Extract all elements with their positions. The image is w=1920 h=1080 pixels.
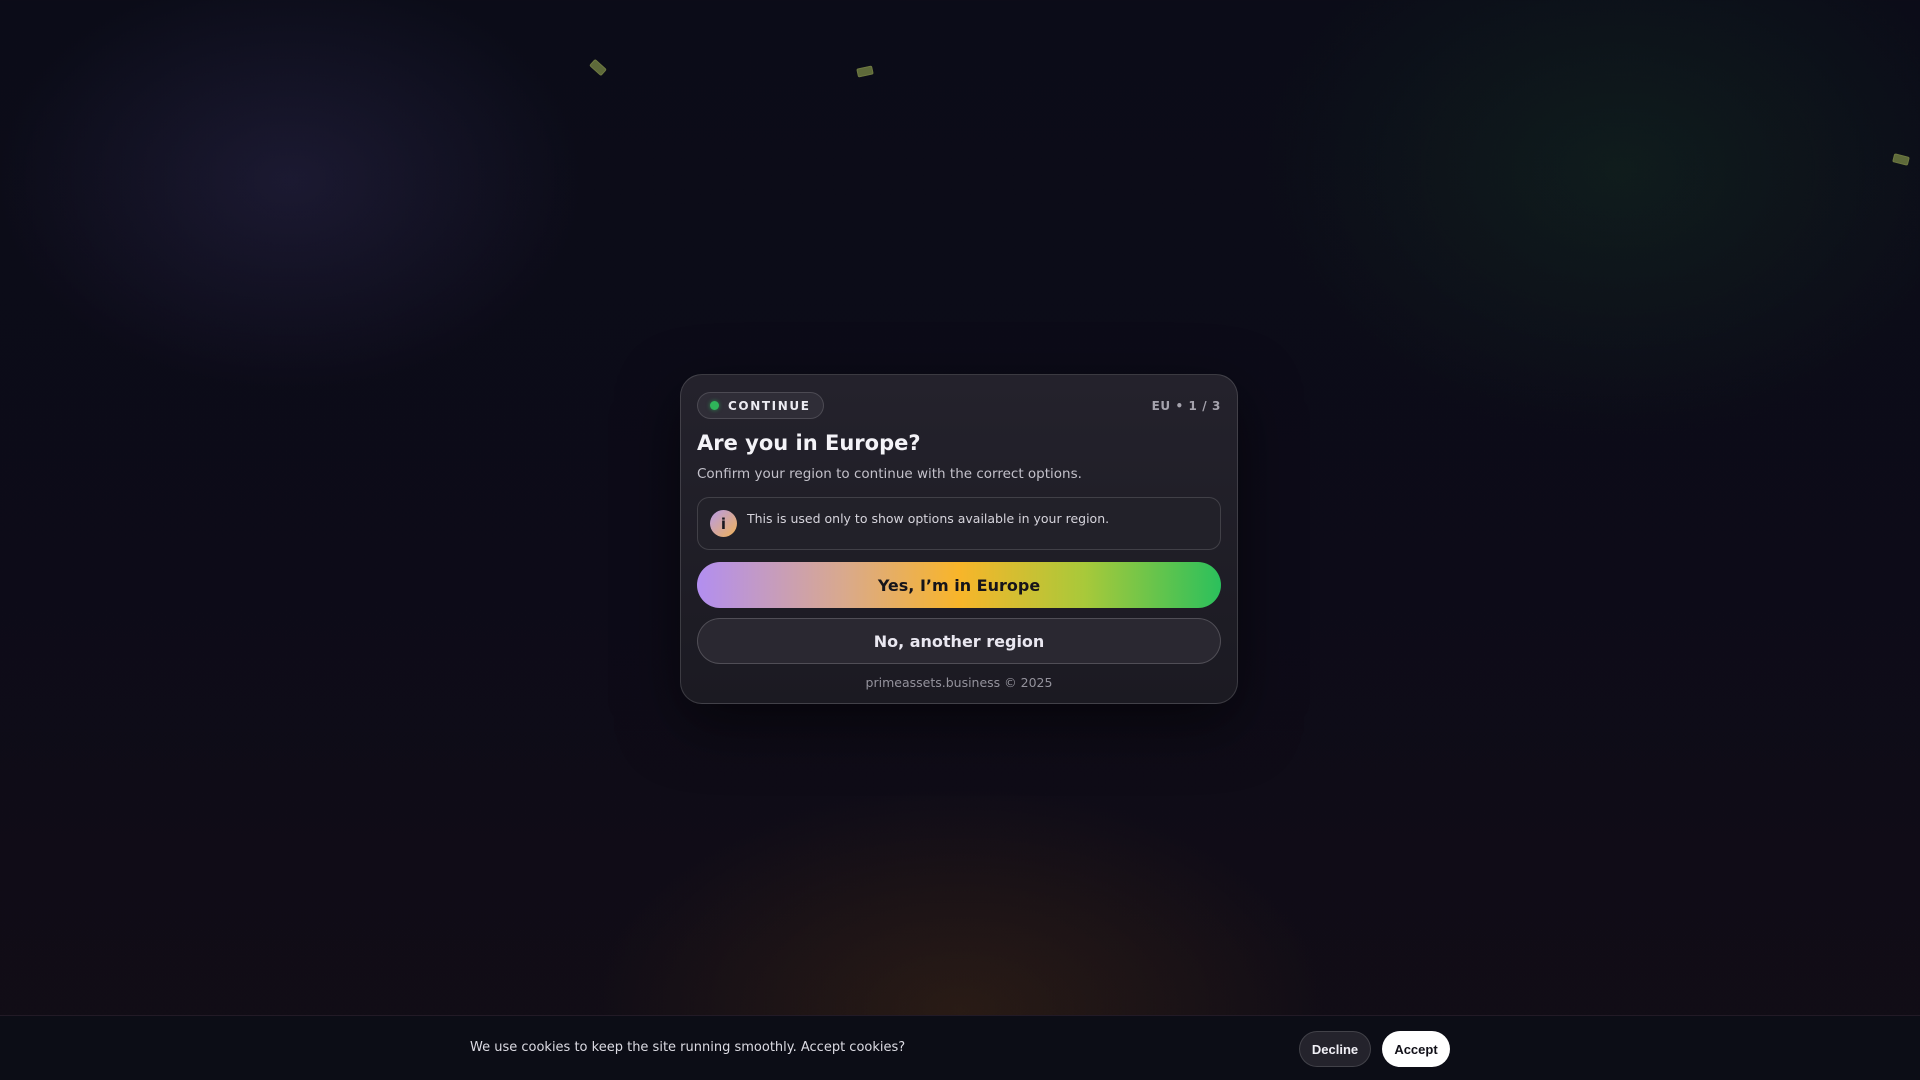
region-modal: CONTINUE EU • 1 / 3 Are you in Europe? C… (680, 374, 1238, 704)
step-indicator: EU • 1 / 3 (1151, 398, 1221, 413)
confetti-piece (589, 58, 607, 77)
decline-cookies-button[interactable]: Decline (1299, 1031, 1371, 1067)
page: { "modal": { "pill": { "label": "CONTINU… (0, 0, 1920, 1080)
info-text: This is used only to show options availa… (747, 511, 1110, 526)
cookie-message: We use cookies to keep the site running … (470, 1040, 906, 1055)
yes-europe-button[interactable]: Yes, I’m in Europe (697, 562, 1221, 608)
confetti-piece (1892, 153, 1910, 166)
confetti-piece (856, 65, 874, 78)
cookie-bar: We use cookies to keep the site running … (0, 1015, 1920, 1080)
modal-header: CONTINUE EU • 1 / 3 (697, 391, 1221, 420)
accept-cookies-button[interactable]: Accept (1382, 1031, 1450, 1067)
info-icon: i (710, 510, 737, 537)
continue-pill[interactable]: CONTINUE (697, 392, 824, 419)
status-dot-icon (710, 401, 719, 410)
modal-footer: primeassets.business © 2025 (865, 675, 1053, 690)
modal-subtitle: Confirm your region to continue with the… (697, 466, 1082, 482)
modal-title: Are you in Europe? (697, 431, 921, 455)
continue-pill-label: CONTINUE (728, 398, 811, 413)
info-box: i This is used only to show options avai… (697, 497, 1221, 550)
another-region-button[interactable]: No, another region (697, 618, 1221, 664)
